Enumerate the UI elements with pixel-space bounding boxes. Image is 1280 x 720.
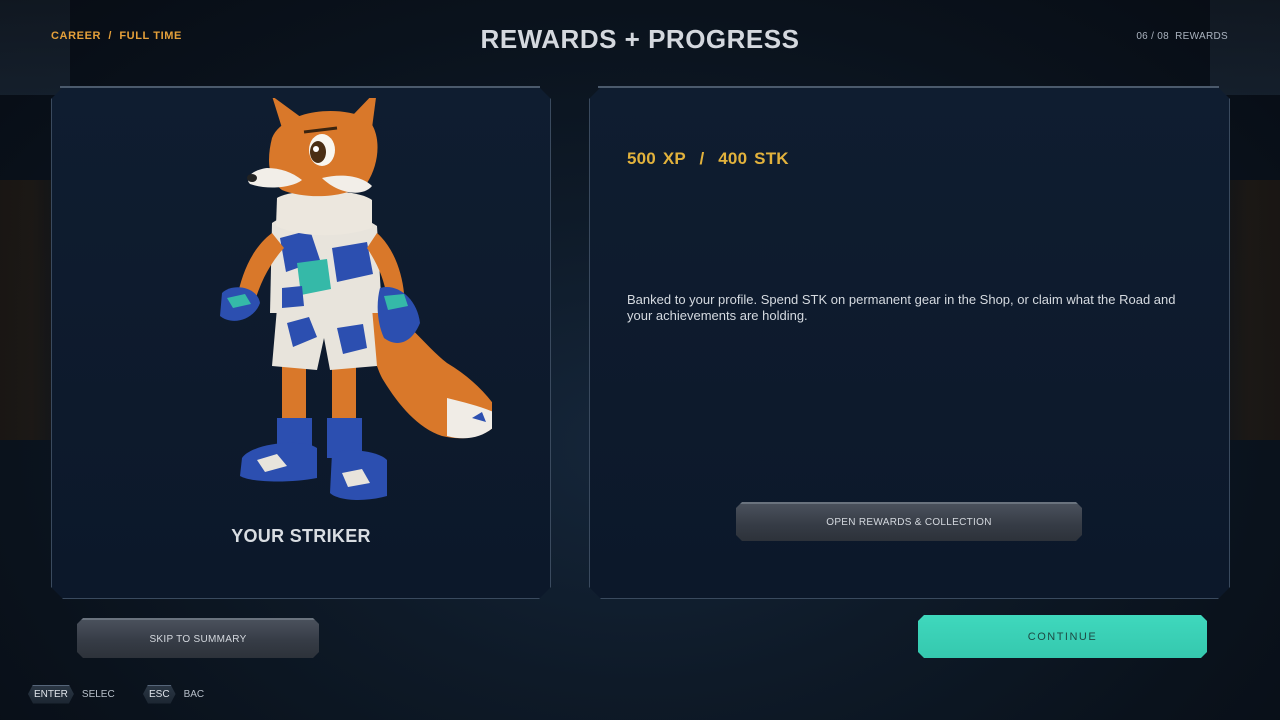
hint-esc: ESC BAC xyxy=(143,684,204,704)
enter-key-icon: ENTER xyxy=(28,685,74,704)
step-counter: 06 / 08 REWARDS xyxy=(1136,31,1228,42)
continue-button[interactable]: CONTINUE xyxy=(918,615,1207,658)
reward-amount: 500 XP / 400 STK xyxy=(627,149,789,168)
open-rewards-label: OPEN REWARDS & COLLECTION xyxy=(826,517,992,528)
continue-label: CONTINUE xyxy=(1027,630,1098,643)
right-panel-topline xyxy=(598,86,1219,88)
hint-esc-action: BAC xyxy=(183,688,205,700)
skip-to-summary-button[interactable]: SKIP TO SUMMARY xyxy=(77,618,319,658)
skip-to-summary-label: SKIP TO SUMMARY xyxy=(149,633,247,645)
fox-striker-character xyxy=(172,98,492,518)
hint-enter-action: SELEC xyxy=(81,688,115,700)
esc-key-icon: ESC xyxy=(143,685,176,704)
character-label: YOUR STRIKER xyxy=(231,526,371,546)
reward-description: Banked to your profile. Spend STK on per… xyxy=(627,292,1176,323)
left-panel-topline xyxy=(60,86,540,88)
character-panel: YOUR STRIKER xyxy=(51,87,551,599)
rewards-screen: CAREER / FULL TIME REWARDS + PROGRESS 06… xyxy=(0,0,1280,720)
hint-enter: ENTER SELEC xyxy=(28,684,115,704)
open-rewards-button[interactable]: OPEN REWARDS & COLLECTION xyxy=(736,502,1082,541)
rewards-panel: 500 XP / 400 STK Banked to your profile.… xyxy=(589,87,1230,599)
page-title: REWARDS + PROGRESS xyxy=(480,24,800,54)
